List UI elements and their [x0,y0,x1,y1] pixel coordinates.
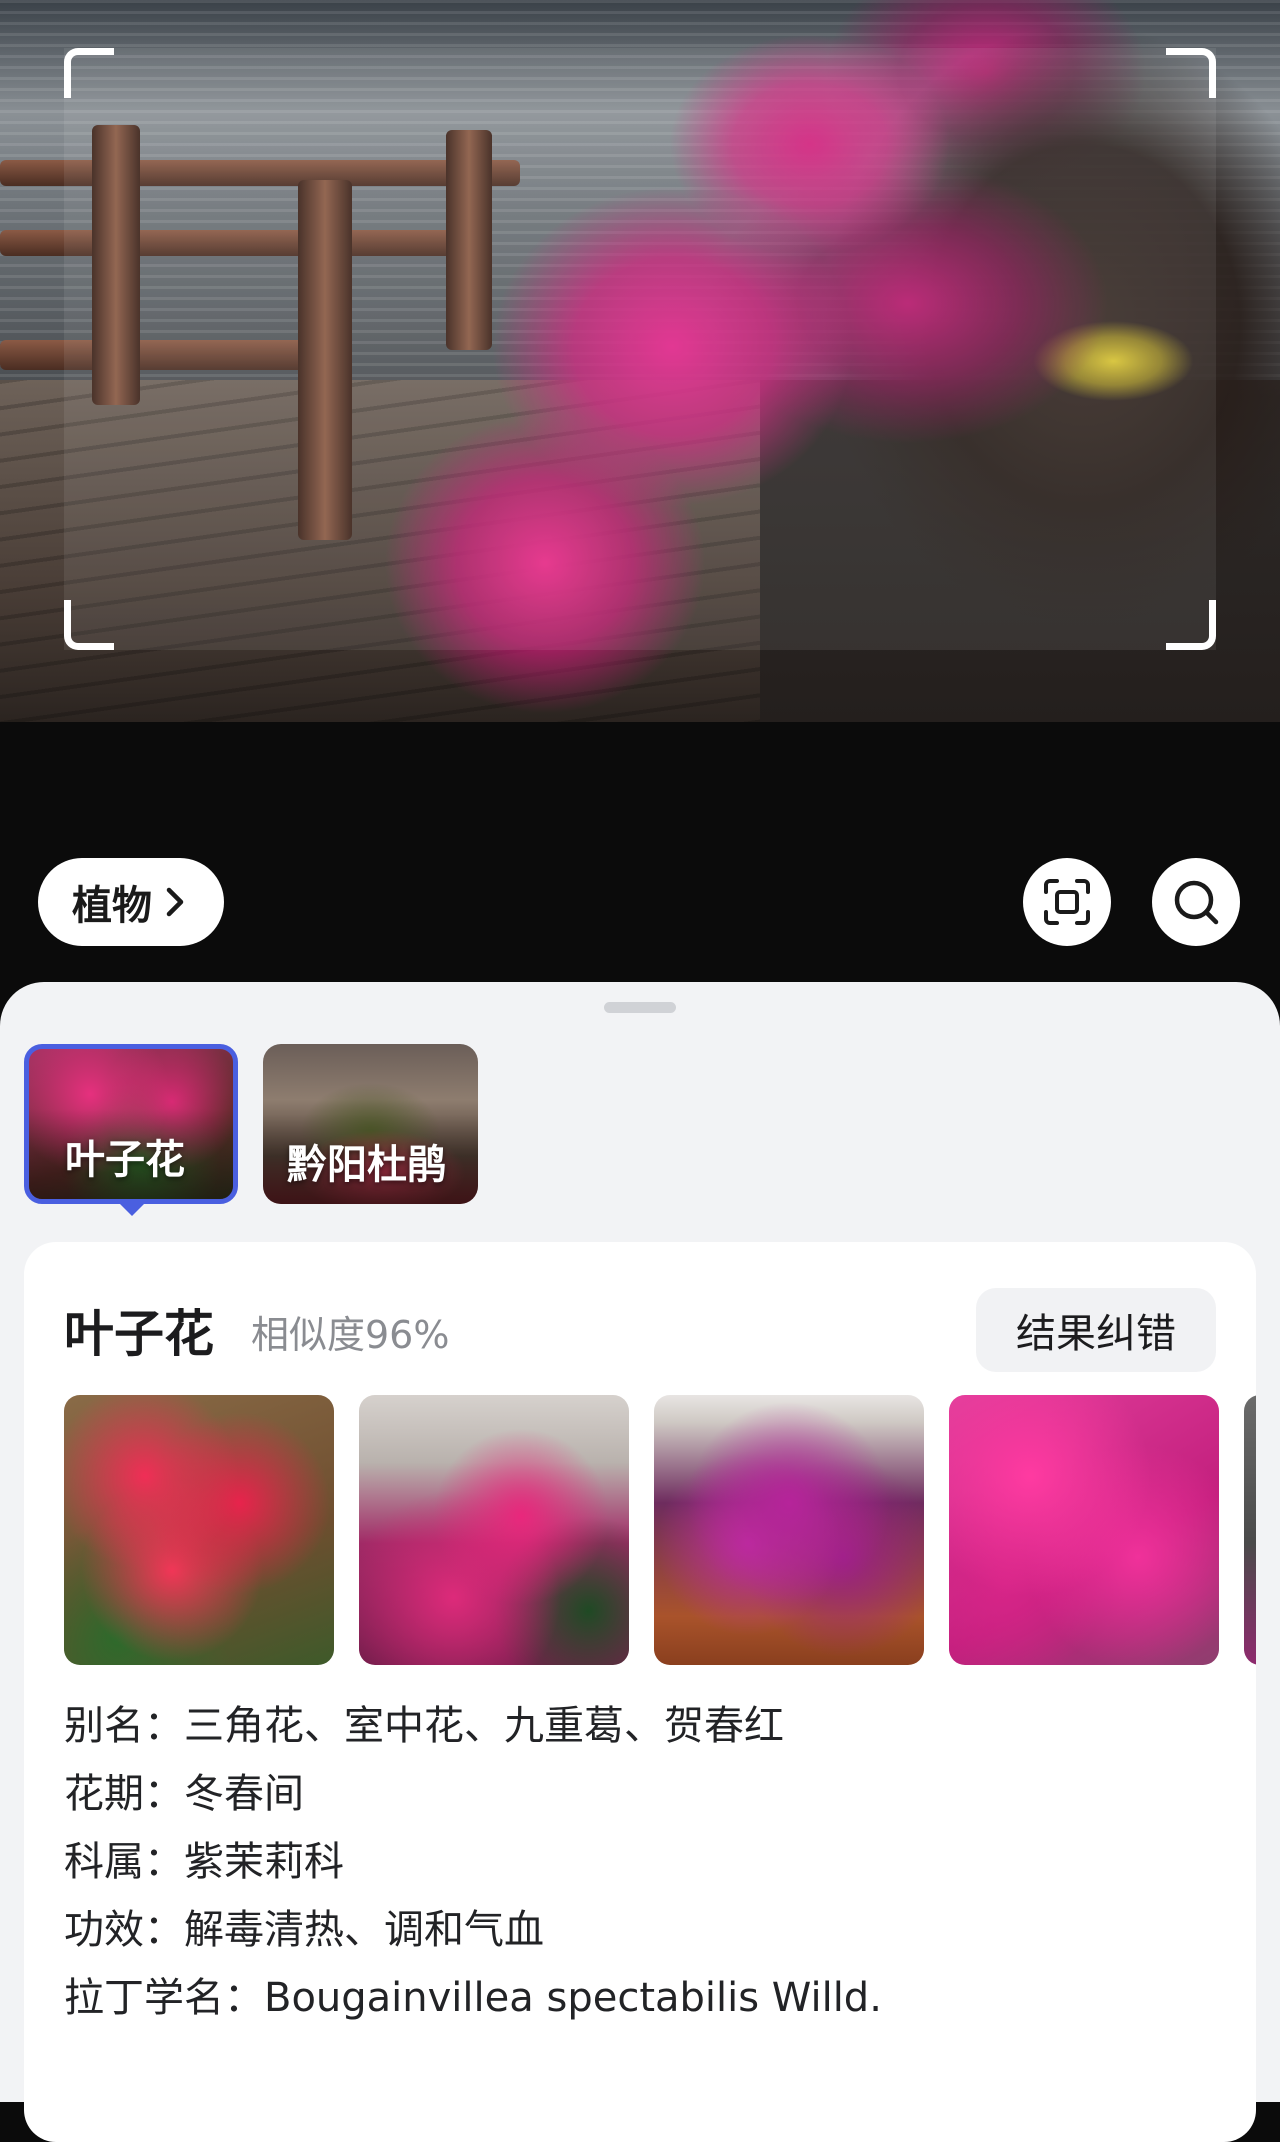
candidate-card-selected[interactable]: 叶子花 [24,1044,238,1204]
gallery-photo[interactable] [64,1395,334,1665]
gallery-photo[interactable] [1244,1395,1256,1665]
gallery-photo[interactable] [949,1395,1219,1665]
candidate-card[interactable]: 黔阳杜鹃 [263,1044,478,1204]
result-detail-card: 叶子花 相似度96% 结果纠错 别名：三角花、室中花、九重葛、贺春红 花期：冬春… [24,1242,1256,2142]
info-value: Bougainvillea spectabilis Willd. [264,1975,882,2021]
info-value: 三角花、室中花、九重葛、贺春红 [184,1703,784,1749]
report-error-button[interactable]: 结果纠错 [976,1288,1216,1372]
info-row-alias: 别名：三角花、室中花、九重葛、贺春红 [64,1692,1214,1760]
info-key: 别名： [64,1703,184,1749]
plant-info-list: 别名：三角花、室中花、九重葛、贺春红 花期：冬春间 科属：紫茉莉科 功效：解毒清… [64,1692,1214,2032]
info-row-latin: 拉丁学名：Bougainvillea spectabilis Willd. [64,1964,1214,2032]
info-key: 科属： [64,1839,184,1885]
info-row-bloom: 花期：冬春间 [64,1760,1214,1828]
candidate-label: 叶子花 [65,1137,185,1183]
info-key: 功效： [64,1907,184,1953]
scan-button[interactable] [1023,858,1111,946]
selection-pointer [116,1200,148,1216]
info-row-family: 科属：紫茉莉科 [64,1828,1214,1896]
info-value: 解毒清热、调和气血 [184,1907,544,1953]
gallery-photo[interactable] [359,1395,629,1665]
category-label: 植物 [72,883,152,929]
scan-icon [1044,879,1090,925]
result-name: 叶子花 [64,1305,214,1363]
info-value: 冬春间 [184,1771,304,1817]
category-selector[interactable]: 植物 [38,858,224,946]
info-key: 花期： [64,1771,184,1817]
frame-corner [64,48,114,98]
frame-corner [64,600,114,650]
search-icon [1174,880,1219,925]
frame-corner [1166,48,1216,98]
photo-gallery[interactable] [64,1395,1256,1665]
candidate-label: 黔阳杜鹃 [287,1142,447,1188]
chevron-right-icon [166,887,184,917]
frame-corner [1166,600,1216,650]
info-row-effect: 功效：解毒清热、调和气血 [64,1896,1214,1964]
result-sheet: 叶子花 黔阳杜鹃 叶子花 相似度96% 结果纠错 别名：三角花、室中花、九重葛、… [0,982,1280,2142]
info-value: 紫茉莉科 [184,1839,344,1885]
camera-viewfinder [0,0,1280,722]
scan-frame [64,48,1216,650]
info-key: 拉丁学名： [64,1975,264,2021]
search-button[interactable] [1152,858,1240,946]
gallery-photo[interactable] [654,1395,924,1665]
sheet-grabber[interactable] [604,1002,676,1013]
similarity-score: 相似度96% [251,1313,450,1357]
